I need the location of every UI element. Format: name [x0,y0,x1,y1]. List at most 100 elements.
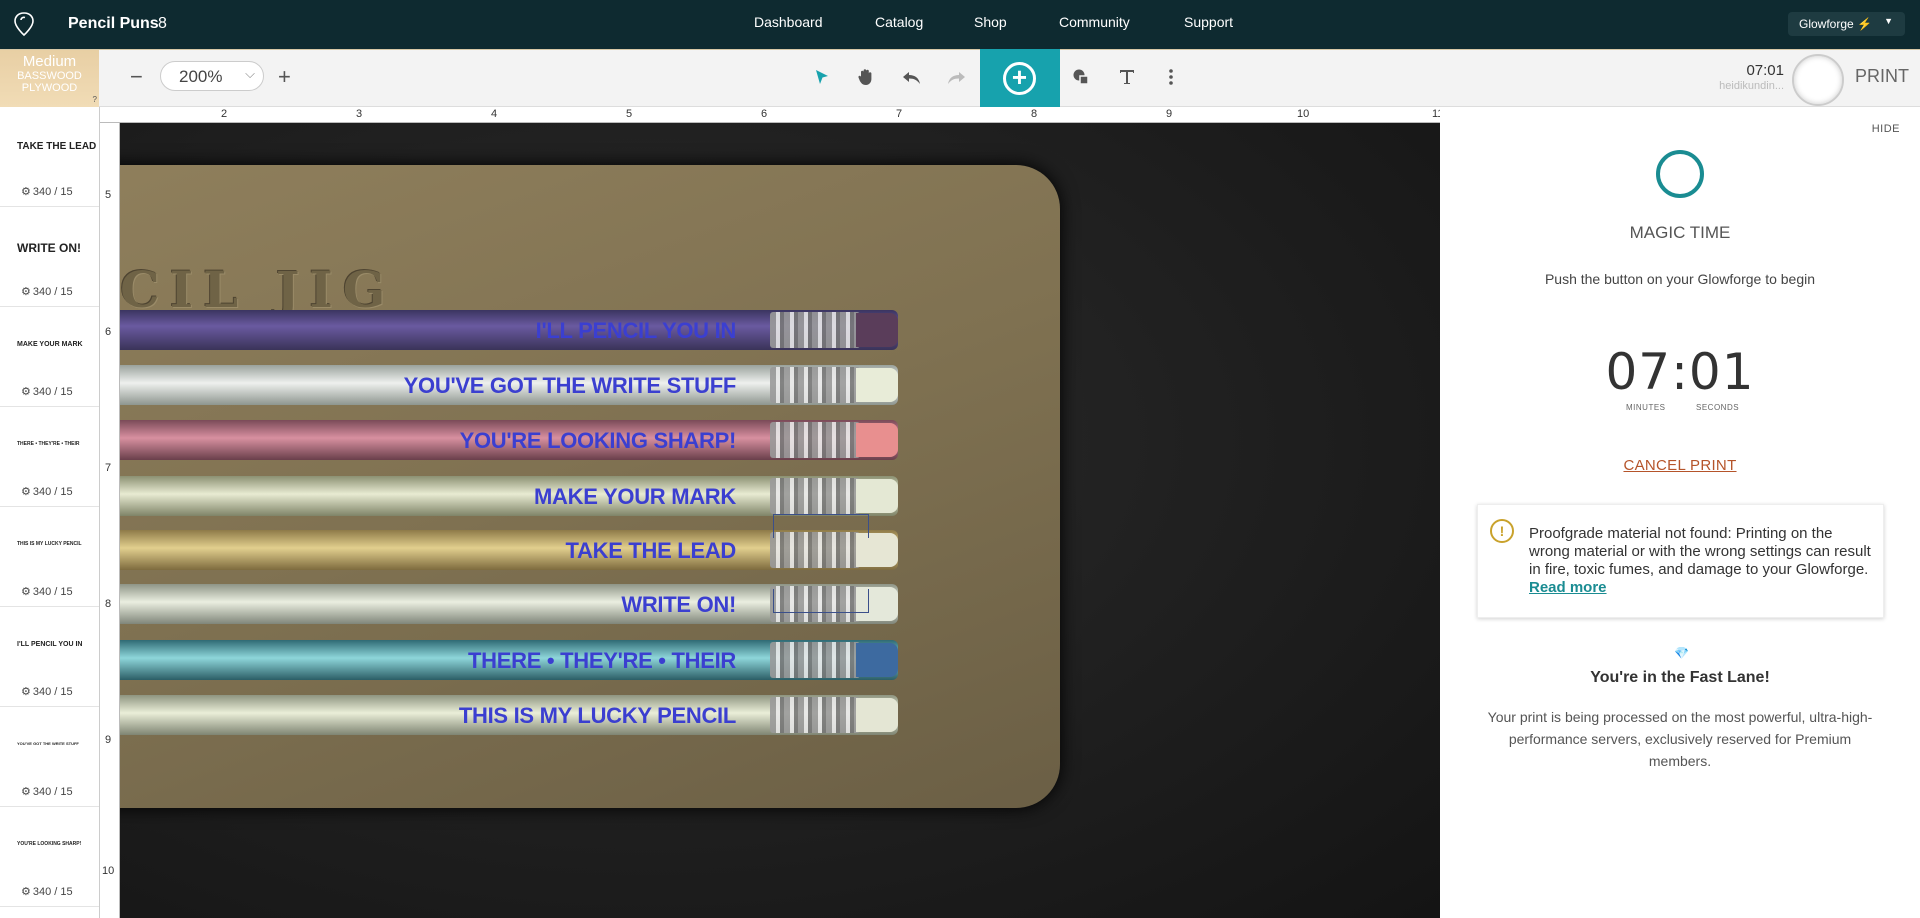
nav-support[interactable]: Support [1184,14,1233,30]
magic-time-subtitle: Push the button on your Glowforge to beg… [1544,271,1816,287]
thumbnail-settings: ⚙ 340 / 15 [21,385,73,398]
thumbnail-item[interactable]: I'LL PENCIL YOU IN ⚙ 340 / 15 [0,607,99,707]
thumbnail-label: TAKE THE LEAD [17,141,97,152]
engrave-text[interactable]: THIS IS MY LUCKY PENCIL [459,703,736,729]
zoom-out-icon[interactable]: − [130,66,143,88]
ruler-label: 7 [105,462,112,474]
text-tool-icon[interactable] [1118,68,1136,86]
ruler-label: 5 [105,189,112,201]
engrave-settings-icon: ⚙ [21,586,31,598]
ruler-label: 9 [105,734,112,746]
select-pointer-icon[interactable] [814,69,830,87]
zoom-select[interactable]: 200% ⌵ [160,61,264,91]
material-help-icon[interactable]: ? [93,94,97,106]
thumbnail-label: YOU'VE GOT THE WRITE STUFF [17,741,79,746]
material-name-line2: PLYWOOD [21,82,78,94]
nav-catalog[interactable]: Catalog [875,14,923,30]
engrave-text[interactable]: MAKE YOUR MARK [534,484,736,510]
engrave-text[interactable]: YOU'RE LOOKING SHARP! [460,428,737,454]
gem-icon: 💎 [1674,646,1689,660]
selection-bracket-bottom [773,589,869,613]
pencil-eraser [856,698,898,732]
device-menu-button[interactable]: Glowforge ⚡ ▼ [1788,12,1905,36]
countdown-timer: 07:01 [1605,343,1755,401]
user-name: heidikundin... [1719,80,1784,92]
thumbnail-settings-value: 340 / 15 [32,886,73,898]
vertical-ruler: 5 6 7 8 9 10 [100,123,120,918]
pencil-ferrule [770,478,860,514]
warning-icon: ! [1490,519,1514,543]
pan-hand-icon[interactable] [856,67,876,87]
thumbnail-item[interactable]: THIS IS MY LUCKY PENCIL ⚙ 340 / 15 [0,507,99,607]
undo-icon[interactable] [902,70,922,86]
zoom-in-icon[interactable]: + [278,66,291,88]
pencil: THERE • THEY'RE • THEIR [120,640,898,680]
pencil-ferrule [770,642,860,678]
thumbnail-label: I'LL PENCIL YOU IN [17,641,83,648]
bolt-icon: ⚡ [1857,17,1872,31]
engrave-text[interactable]: I'LL PENCIL YOU IN [536,318,737,344]
thumbnail-settings-value: 340 / 15 [32,686,73,698]
progress-ring-icon [1656,150,1704,198]
warning-text: Proofgrade material not found: Printing … [1529,525,1871,578]
read-more-link[interactable]: Read more [1529,579,1607,596]
hide-panel-link[interactable]: HIDE [1872,123,1900,135]
project-title[interactable]: Pencil Puns [68,15,159,33]
nav-community[interactable]: Community [1059,14,1130,30]
more-vertical-icon[interactable] [1164,67,1178,87]
material-size: Medium [22,53,77,70]
shapes-icon[interactable] [1072,68,1090,86]
thumbnail-settings: ⚙ 340 / 15 [21,185,73,198]
redo-icon[interactable] [946,70,966,86]
engrave-settings-icon: ⚙ [21,786,31,798]
seconds-label: SECONDS [1696,403,1740,412]
magic-time-title: MAGIC TIME [1629,223,1731,242]
ruler-label: 2 [221,108,228,120]
cancel-print-link[interactable]: CANCEL PRINT [1440,457,1920,474]
nav-shop[interactable]: Shop [974,14,1007,30]
top-nav: Pencil Puns 8 Dashboard Catalog Shop Com… [0,0,1920,49]
print-button-label[interactable]: PRINT [1855,66,1909,87]
nav-dashboard[interactable]: Dashboard [754,14,823,30]
thumbnail-settings-value: 340 / 15 [32,586,73,598]
glowforge-logo-icon[interactable] [12,11,36,37]
pencil-ferrule [770,697,860,733]
ruler-label: 8 [105,598,112,610]
minutes-label: MINUTES [1626,403,1666,412]
engrave-text[interactable]: WRITE ON! [621,592,736,618]
thumbnail-item[interactable]: YOU'RE LOOKING SHARP! ⚙ 340 / 15 [0,807,99,907]
pencil-eraser [856,479,898,513]
engrave-settings-icon: ⚙ [21,186,31,198]
pencil: MAKE YOUR MARK [120,476,898,516]
pencil-eraser [856,533,898,567]
thumbnail-settings: ⚙ 340 / 15 [21,485,73,498]
material-selector[interactable]: Medium BASSWOOD PLYWOOD ? [0,50,99,107]
selection-bracket-top [773,514,869,538]
engrave-text[interactable]: YOU'VE GOT THE WRITE STUFF [404,373,737,399]
device-name: Glowforge [1799,17,1854,31]
thumbnail-item[interactable]: YOU'VE GOT THE WRITE STUFF ⚙ 340 / 15 [0,707,99,807]
thumbnail-settings-value: 340 / 15 [32,786,73,798]
horizontal-ruler: 2 3 4 5 6 7 8 9 10 11 [100,107,1440,123]
engrave-text[interactable]: THERE • THEY'RE • THEIR [468,648,736,674]
ruler-label: 10 [102,865,115,877]
pencil-eraser [856,368,898,402]
pencil: YOU'VE GOT THE WRITE STUFF [120,365,898,405]
engrave-text[interactable]: TAKE THE LEAD [566,538,737,564]
ruler-label: 7 [896,108,903,120]
design-thumbnail-list: TAKE THE LEAD ⚙ 340 / 15 WRITE ON! ⚙ 340 /… [0,107,100,918]
ruler-label: 3 [356,108,363,120]
thumbnail-label: THERE • THEY'RE • THEIR [17,441,80,447]
ruler-label: 9 [1166,108,1173,120]
add-artwork-button[interactable]: + [980,49,1060,107]
ruler-label: 4 [491,108,498,120]
thumbnail-item[interactable]: WRITE ON! ⚙ 340 / 15 [0,207,99,307]
thumbnail-item[interactable]: THERE • THEY'RE • THEIR ⚙ 340 / 15 [0,407,99,507]
pencil-jig-board: CIL JIG I'LL PENCIL YOU IN YOU'VE GOT TH… [120,165,1060,808]
ruler-label: 6 [761,108,768,120]
thumbnail-item[interactable]: TAKE THE LEAD ⚙ 340 / 15 [0,107,99,207]
thumbnail-item[interactable]: MAKE YOUR MARK ⚙ 340 / 15 [0,307,99,407]
bed-camera-canvas[interactable]: CIL JIG I'LL PENCIL YOU IN YOU'VE GOT TH… [120,123,1440,918]
warning-message: Proofgrade material not found: Printing … [1529,525,1875,597]
print-button-circle[interactable] [1792,54,1844,106]
